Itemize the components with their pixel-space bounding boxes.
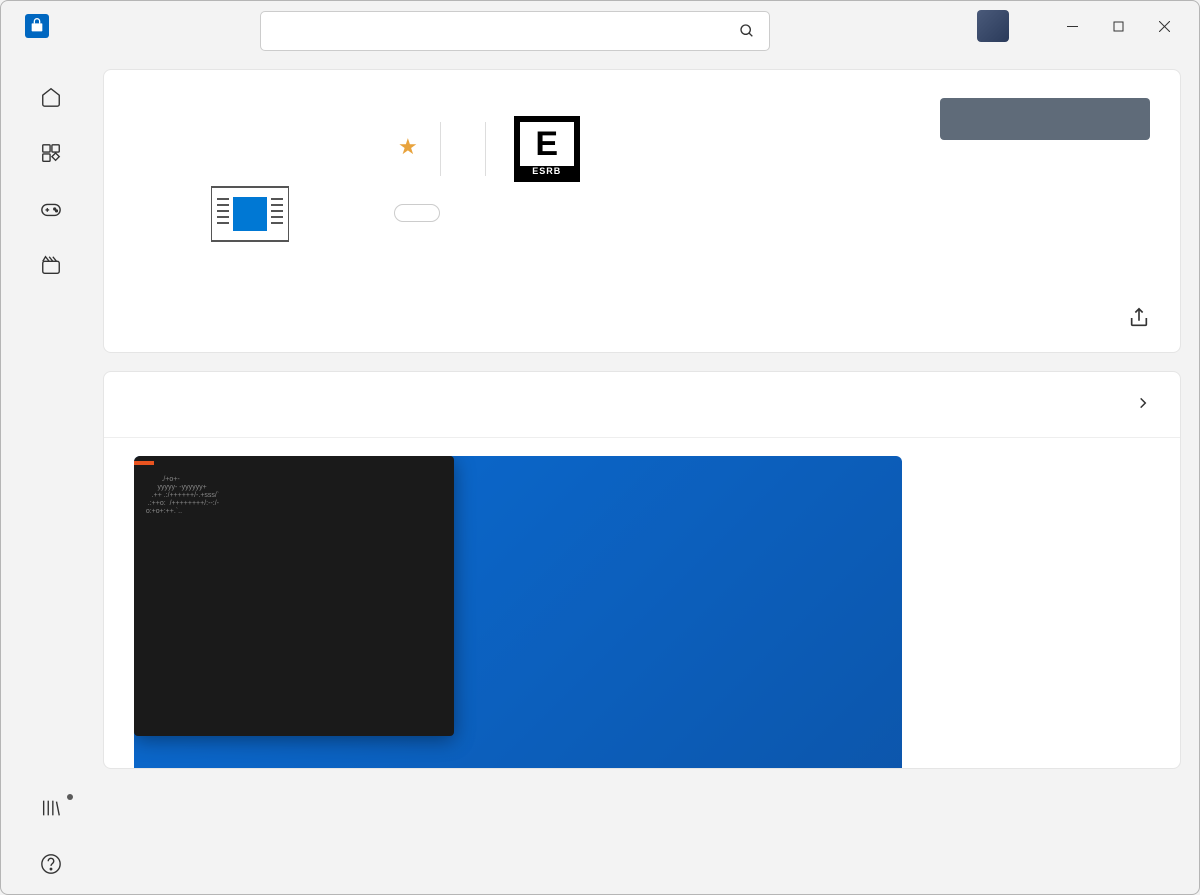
get-button[interactable] [940,98,1150,140]
screenshots-body[interactable]: ./+o+- yyyyy- -yyyyyy+ .++ .:/++++++/-.+… [104,438,1180,768]
minimize-button[interactable] [1049,10,1095,42]
search-icon[interactable] [737,21,757,41]
esrb-badge-icon: E ESRB [514,116,580,182]
action-column [940,98,1150,330]
stats-row: ★ E ESRB [394,116,912,182]
chevron-right-icon[interactable] [1136,394,1150,415]
search-input[interactable] [273,21,737,41]
movies-icon [37,251,65,279]
profile-avatar[interactable] [977,10,1009,42]
nav-library[interactable] [1,782,101,838]
close-button[interactable] [1141,10,1187,42]
screenshots-header[interactable] [104,372,1180,438]
search-box[interactable] [260,11,770,51]
nav-apps[interactable] [1,127,101,183]
help-icon [37,850,65,878]
product-hero-card: ★ E ESRB [103,69,1181,353]
product-info: ★ E ESRB [394,98,912,330]
maximize-button[interactable] [1095,10,1141,42]
category-tag[interactable] [394,204,440,222]
nav-gaming[interactable] [1,183,101,239]
nav-movies-tv[interactable] [1,239,101,295]
apps-icon [37,139,65,167]
screenshot-1[interactable]: ./+o+- yyyyy- -yyyyyy+ .++ .:/++++++/-.+… [134,456,902,768]
store-app-icon [25,14,49,38]
window-controls [1049,10,1187,42]
titlebar [1,1,1199,51]
gaming-icon [37,195,65,223]
content-area[interactable]: ★ E ESRB [101,51,1199,894]
nav-home[interactable] [1,71,101,127]
product-icon [134,98,366,330]
sidebar [1,51,101,894]
notification-dot [67,794,73,800]
rating-block[interactable]: ★ [394,134,440,164]
share-button[interactable] [1128,307,1150,334]
library-icon [37,794,65,822]
ratings-count-block[interactable] [441,147,485,151]
age-rating-block[interactable]: E ESRB [486,116,592,182]
terminal-ubuntu: ./+o+- yyyyy- -yyyyyy+ .++ .:/++++++/-.+… [134,456,454,736]
screenshots-card: ./+o+- yyyyy- -yyyyyy+ .++ .:/++++++/-.+… [103,371,1181,769]
star-icon: ★ [398,134,418,160]
nav-help[interactable] [1,838,101,894]
home-icon [37,83,65,111]
